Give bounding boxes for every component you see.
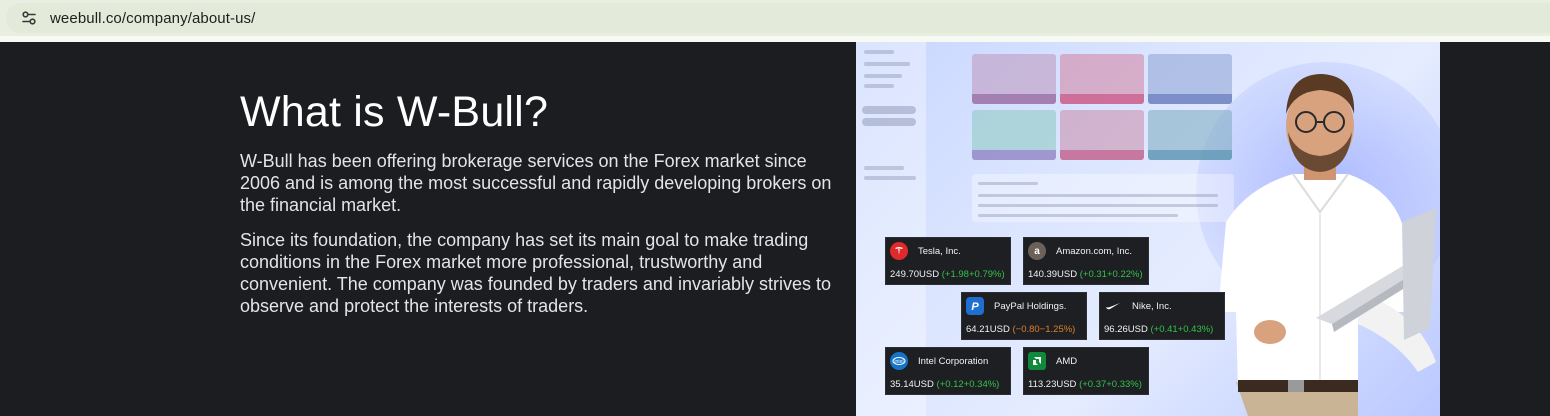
stock-change: (+0.31+0.22%)	[1079, 269, 1143, 280]
stock-price-row: 35.14USD (+0.12+0.34%)	[890, 379, 999, 390]
stock-change: (+1.98+0.79%)	[941, 269, 1005, 280]
svg-text:intel: intel	[894, 359, 903, 365]
omnibox[interactable]: weebull.co/company/about-us/	[6, 3, 1550, 33]
stock-price-row: 96.26USD (+0.41+0.43%)	[1104, 324, 1213, 335]
intel-logo-icon: intel	[890, 352, 908, 370]
paypal-logo-icon: P	[966, 297, 984, 315]
stock-card-amd[interactable]: AMD 113.23USD (+0.37+0.33%)	[1023, 347, 1149, 395]
stock-price: 96.26USD	[1104, 324, 1148, 335]
about-section: What is W-Bull? W-Bull has been offering…	[0, 42, 1550, 416]
nike-logo-icon	[1104, 297, 1122, 315]
stock-change: (−0.80−1.25%)	[1012, 324, 1076, 335]
dashboard-card-mock	[972, 54, 1056, 104]
stock-change: (+0.37+0.33%)	[1079, 379, 1142, 390]
stock-price: 64.21USD	[966, 324, 1010, 335]
stock-name: Intel Corporation	[918, 356, 989, 367]
stock-price-row: 140.39USD (+0.31+0.22%)	[1028, 269, 1143, 280]
stock-price-row: 113.23USD (+0.37+0.33%)	[1028, 379, 1142, 390]
dashboard-table-mock	[972, 174, 1234, 222]
section-heading: What is W-Bull?	[240, 88, 549, 136]
stock-change: (+0.41+0.43%)	[1150, 324, 1214, 335]
browser-address-bar: weebull.co/company/about-us/	[0, 0, 1550, 36]
stock-price: 113.23USD	[1028, 379, 1077, 390]
stock-card-amazon[interactable]: a Amazon.com, Inc. 140.39USD (+0.31+0.22…	[1023, 237, 1149, 285]
svg-text:a: a	[1034, 246, 1040, 257]
tune-icon[interactable]	[16, 5, 42, 31]
stock-price: 140.39USD	[1028, 269, 1078, 280]
about-paragraph-2: Since its foundation, the company has se…	[240, 230, 831, 316]
stock-card-tesla[interactable]: Tesla, Inc. 249.70USD (+1.98+0.79%)	[885, 237, 1011, 285]
person-with-laptop	[1218, 74, 1436, 416]
dashboard-card-mock	[1060, 110, 1144, 160]
stock-price: 35.14USD	[890, 379, 934, 390]
svg-text:P: P	[971, 301, 979, 312]
url-text[interactable]: weebull.co/company/about-us/	[50, 10, 255, 27]
stock-card-paypal[interactable]: P PayPal Holdings. 64.21USD (−0.80−1.25%…	[961, 292, 1087, 340]
stock-price-row: 64.21USD (−0.80−1.25%)	[966, 324, 1075, 335]
hero-image: Tesla, Inc. 249.70USD (+1.98+0.79%) a Am…	[856, 42, 1440, 416]
about-paragraph-1: W-Bull has been offering brokerage servi…	[240, 151, 832, 215]
dashboard-card-mock	[1060, 54, 1144, 104]
stock-price-row: 249.70USD (+1.98+0.79%)	[890, 269, 1005, 280]
amd-logo-icon	[1028, 352, 1046, 370]
tesla-logo-icon	[890, 242, 908, 260]
dashboard-card-mock	[972, 110, 1056, 160]
stock-name: Tesla, Inc.	[918, 246, 961, 257]
stock-change: (+0.12+0.34%)	[936, 379, 1000, 390]
stock-name: AMD	[1056, 356, 1078, 367]
stock-card-nike[interactable]: Nike, Inc. 96.26USD (+0.41+0.43%)	[1099, 292, 1225, 340]
stock-name: PayPal Holdings.	[994, 301, 1067, 312]
amazon-logo-icon: a	[1028, 242, 1046, 260]
stock-name: Nike, Inc.	[1132, 301, 1172, 312]
stock-price: 249.70USD	[890, 269, 940, 280]
stock-card-intel[interactable]: intel Intel Corporation 35.14USD (+0.12+…	[885, 347, 1011, 395]
stock-name: Amazon.com, Inc.	[1056, 246, 1133, 257]
